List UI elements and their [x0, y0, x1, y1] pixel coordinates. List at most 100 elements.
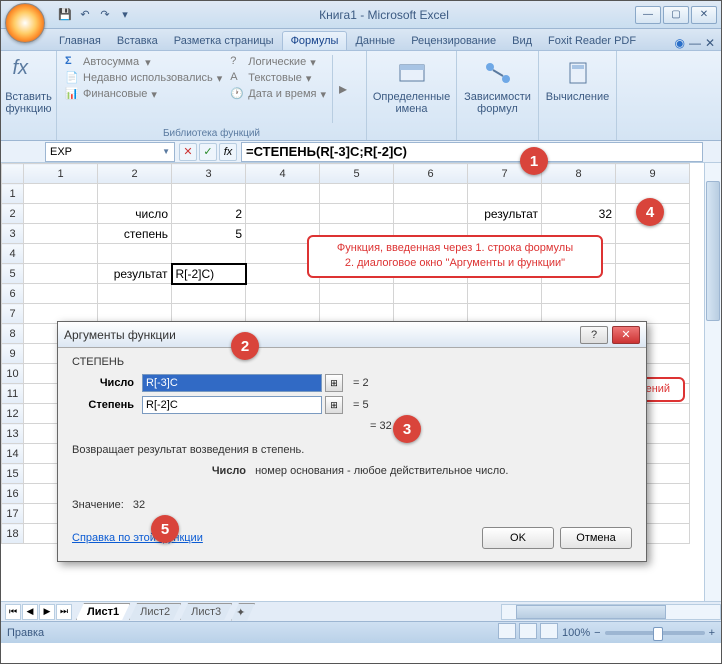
cancel-button[interactable]: Отмена: [560, 527, 632, 549]
row-header[interactable]: 4: [2, 244, 24, 264]
col-header[interactable]: 6: [394, 164, 468, 184]
doc-close-icon[interactable]: ✕: [705, 36, 715, 50]
qat-redo-icon[interactable]: ↷: [97, 7, 113, 23]
formula-enter-button[interactable]: ✓: [199, 143, 217, 161]
col-header[interactable]: 1: [24, 164, 98, 184]
row-header[interactable]: 8: [2, 324, 24, 344]
qat-dropdown-icon[interactable]: ▾: [117, 7, 133, 23]
calculation-button[interactable]: Вычисление: [543, 53, 612, 107]
row-header[interactable]: 14: [2, 444, 24, 464]
name-box[interactable]: EXP ▼: [45, 142, 175, 162]
row-header[interactable]: 7: [2, 304, 24, 324]
cell[interactable]: 2: [172, 204, 246, 224]
sheet-tab-3[interactable]: Лист3: [180, 603, 232, 620]
financial-button[interactable]: 📊Финансовые▾: [65, 87, 222, 101]
active-cell[interactable]: R[-2]C): [172, 264, 246, 284]
qat-undo-icon[interactable]: ↶: [77, 7, 93, 23]
more-functions-icon[interactable]: ▸: [339, 79, 347, 99]
cell[interactable]: 32: [542, 204, 616, 224]
maximize-button[interactable]: ▢: [663, 6, 689, 24]
tab-data[interactable]: Данные: [347, 32, 403, 50]
col-header[interactable]: 9: [616, 164, 690, 184]
row-header[interactable]: 11: [2, 384, 24, 404]
row-header[interactable]: 3: [2, 224, 24, 244]
view-normal-button[interactable]: [498, 623, 516, 639]
new-sheet-button[interactable]: ✦: [231, 603, 255, 621]
sheet-nav-last[interactable]: ⏭: [56, 604, 72, 620]
vertical-scrollbar[interactable]: [704, 163, 721, 601]
autosum-button[interactable]: ΣАвтосумма▾: [65, 55, 222, 69]
formula-cancel-button[interactable]: ✕: [179, 143, 197, 161]
insert-function-button[interactable]: fx Вставитьфункцию: [5, 53, 52, 119]
dialog-help-button[interactable]: ?: [580, 326, 608, 344]
text-button[interactable]: AТекстовые▾: [230, 71, 326, 85]
zoom-out-button[interactable]: −: [594, 627, 600, 639]
select-all-corner[interactable]: [2, 164, 24, 184]
defined-names-button[interactable]: Определенныеимена: [371, 53, 452, 119]
row-header[interactable]: 1: [2, 184, 24, 204]
tab-layout[interactable]: Разметка страницы: [166, 32, 282, 50]
row-header[interactable]: 17: [2, 504, 24, 524]
arg1-input[interactable]: R[-3]C: [142, 374, 322, 392]
zoom-slider[interactable]: [605, 631, 705, 635]
zoom-level[interactable]: 100%: [562, 627, 590, 639]
sheet-nav-next[interactable]: ▶: [39, 604, 55, 620]
logical-button[interactable]: ?Логические▾: [230, 55, 326, 69]
col-header[interactable]: 3: [172, 164, 246, 184]
cell[interactable]: результат: [98, 264, 172, 284]
row-header[interactable]: 9: [2, 344, 24, 364]
view-layout-button[interactable]: [519, 623, 537, 639]
row-header[interactable]: 10: [2, 364, 24, 384]
col-header[interactable]: 4: [246, 164, 320, 184]
sheet-nav-prev[interactable]: ◀: [22, 604, 38, 620]
row-header[interactable]: 18: [2, 524, 24, 544]
view-pagebreak-button[interactable]: [540, 623, 558, 639]
arg2-input[interactable]: R[-2]C: [142, 396, 322, 414]
ribbon-minimize-icon[interactable]: —: [689, 36, 701, 50]
col-header[interactable]: 8: [542, 164, 616, 184]
row-header[interactable]: 2: [2, 204, 24, 224]
arg2-ref-button[interactable]: ⊞: [325, 396, 343, 414]
row-header[interactable]: 6: [2, 284, 24, 304]
cell[interactable]: число: [98, 204, 172, 224]
close-button[interactable]: ✕: [691, 6, 717, 24]
tab-home[interactable]: Главная: [51, 32, 109, 50]
tab-view[interactable]: Вид: [504, 32, 540, 50]
logical-icon: ?: [230, 55, 244, 69]
sheet-nav-first[interactable]: ⏮: [5, 604, 21, 620]
cell[interactable]: 5: [172, 224, 246, 244]
minimize-button[interactable]: —: [635, 6, 661, 24]
help-icon[interactable]: ◉: [674, 36, 684, 50]
tab-review[interactable]: Рецензирование: [403, 32, 504, 50]
zoom-in-button[interactable]: +: [709, 627, 715, 639]
tab-foxit[interactable]: Foxit Reader PDF: [540, 32, 644, 50]
sheet-tab-2[interactable]: Лист2: [129, 603, 181, 620]
horizontal-scrollbar[interactable]: [501, 604, 721, 620]
cell[interactable]: степень: [98, 224, 172, 244]
qat-save-icon[interactable]: 💾: [57, 7, 73, 23]
row-header[interactable]: 5: [2, 264, 24, 284]
dialog-close-button[interactable]: ✕: [612, 326, 640, 344]
datetime-button[interactable]: 🕐Дата и время▾: [230, 87, 326, 101]
ok-button[interactable]: OK: [482, 527, 554, 549]
col-header[interactable]: 2: [98, 164, 172, 184]
arg-desc-label: Число: [72, 463, 252, 480]
namebox-dropdown-icon[interactable]: ▼: [162, 147, 170, 156]
row-header[interactable]: 12: [2, 404, 24, 424]
row-header[interactable]: 13: [2, 424, 24, 444]
formula-bar[interactable]: [241, 142, 703, 162]
row-header[interactable]: 16: [2, 484, 24, 504]
tab-formulas[interactable]: Формулы: [282, 31, 348, 50]
office-button[interactable]: [5, 3, 45, 43]
arg1-ref-button[interactable]: ⊞: [325, 374, 343, 392]
cell[interactable]: результат: [468, 204, 542, 224]
recent-button[interactable]: 📄Недавно использовались▾: [65, 71, 222, 85]
col-header[interactable]: 5: [320, 164, 394, 184]
sheet-tab-1[interactable]: Лист1: [76, 603, 130, 620]
help-link[interactable]: Справка по этой функции: [72, 532, 203, 544]
annotation-badge-1: 1: [520, 147, 548, 175]
tab-insert[interactable]: Вставка: [109, 32, 166, 50]
formula-auditing-button[interactable]: Зависимостиформул: [461, 53, 534, 119]
insert-function-fx-button[interactable]: fx: [219, 143, 237, 161]
row-header[interactable]: 15: [2, 464, 24, 484]
